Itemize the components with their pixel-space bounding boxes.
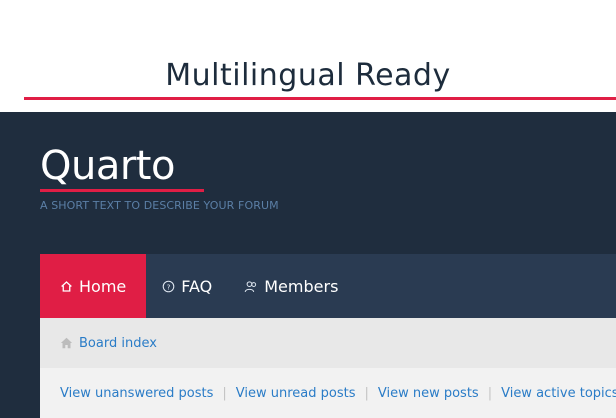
- link-separator: |: [487, 385, 493, 401]
- nav-item-label: Members: [264, 276, 339, 296]
- breadcrumb: Board index: [40, 318, 616, 368]
- nav-item-label: Home: [79, 276, 127, 296]
- site-logo[interactable]: Quarto: [40, 146, 175, 186]
- quick-links-bar: View unanswered posts | View unread post…: [40, 368, 616, 418]
- nav-item-members[interactable]: Members: [228, 254, 354, 318]
- nav-item-home[interactable]: Home: [40, 254, 147, 318]
- link-unread-posts[interactable]: View unread posts: [236, 386, 356, 401]
- nav-item-label: FAQ: [181, 276, 213, 296]
- main-navbar: Home ? FAQ Members: [40, 254, 616, 318]
- link-active-topics[interactable]: View active topics: [501, 386, 616, 401]
- users-icon: [244, 280, 258, 293]
- link-new-posts[interactable]: View new posts: [378, 386, 479, 401]
- home-icon: [60, 280, 73, 293]
- link-separator: |: [364, 385, 369, 401]
- svg-text:?: ?: [167, 282, 171, 291]
- link-unanswered-posts[interactable]: View unanswered posts: [60, 386, 213, 401]
- forum-header: Quarto A SHORT TEXT TO DESCRIBE YOUR FOR…: [0, 112, 616, 418]
- nav-item-faq[interactable]: ? FAQ: [146, 254, 228, 318]
- promo-title: Multilingual Ready: [165, 58, 451, 93]
- question-circle-icon: ?: [162, 280, 175, 293]
- site-tagline: A SHORT TEXT TO DESCRIBE YOUR FORUM: [40, 199, 279, 212]
- link-separator: |: [222, 385, 227, 401]
- home-icon: [60, 337, 73, 349]
- logo-underline: [40, 189, 204, 192]
- promo-divider: [24, 97, 616, 100]
- breadcrumb-board-index[interactable]: Board index: [79, 336, 157, 351]
